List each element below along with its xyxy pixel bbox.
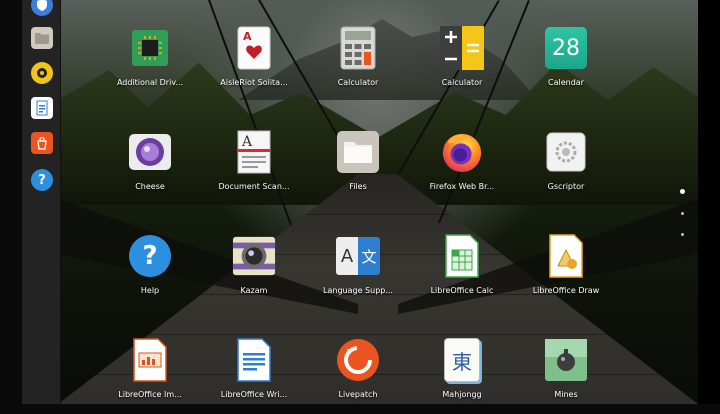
app-livepatch[interactable]: Livepatch <box>308 334 408 414</box>
drawing-icon <box>544 234 588 278</box>
chip-icon <box>128 26 172 70</box>
app-label: LibreOffice Wri... <box>220 390 288 399</box>
app-kazam[interactable]: Kazam <box>204 230 304 310</box>
language-glyph-cjk: 文 <box>358 237 380 275</box>
app-files[interactable]: Files <box>308 126 408 206</box>
dock-item-writer[interactable] <box>31 97 53 119</box>
calendar-day: 28 <box>545 27 587 69</box>
app-help[interactable]: ? Help <box>100 230 200 310</box>
folder-icon <box>336 130 380 174</box>
app-additional-drivers[interactable]: Additional Driv... <box>100 22 200 102</box>
app-label: Firefox Web Br... <box>429 182 495 191</box>
app-label: Mahjongg <box>442 390 482 399</box>
speaker-icon <box>37 68 47 78</box>
camera-lens-icon <box>232 234 276 278</box>
gear-icon <box>544 130 588 174</box>
writer-document-icon <box>232 338 276 382</box>
folder-icon <box>35 33 49 44</box>
app-calculator-2[interactable]: Calculator <box>412 22 512 102</box>
document-icon <box>36 100 48 116</box>
app-libreoffice-draw[interactable]: LibreOffice Draw <box>516 230 616 310</box>
mahjongg-glyph: 東 <box>444 338 480 382</box>
app-libreoffice-calc[interactable]: LibreOffice Calc <box>412 230 512 310</box>
app-gscriptor[interactable]: Gscriptor <box>516 126 616 206</box>
app-aisleriot-solitaire[interactable]: A AisleRiot Solita... <box>204 22 304 102</box>
dock-item-security[interactable] <box>31 0 53 16</box>
page-indicator-dot-1[interactable] <box>680 189 685 194</box>
scanner-icon: A <box>232 130 276 174</box>
page-indicator-dot-2[interactable] <box>681 212 684 215</box>
app-mahjongg[interactable]: 東 Mahjongg <box>412 334 512 414</box>
help-glyph: ? <box>129 235 171 277</box>
dock: ? <box>22 0 61 404</box>
app-label: AisleRiot Solita... <box>220 78 288 87</box>
app-firefox[interactable]: Firefox Web Br... <box>412 126 512 206</box>
app-document-scanner[interactable]: A Document Scan... <box>204 126 304 206</box>
app-label: Files <box>349 182 367 191</box>
dock-item-help[interactable]: ? <box>31 169 53 191</box>
screen-edge <box>698 0 720 404</box>
webcam-icon <box>128 130 172 174</box>
shield-icon <box>37 0 47 11</box>
svg-text:A: A <box>241 134 253 150</box>
spreadsheet-icon <box>440 234 484 278</box>
app-label: Additional Driv... <box>116 78 184 87</box>
app-libreoffice-impress[interactable]: LibreOffice Im... <box>100 334 200 414</box>
help-icon: ? <box>38 172 46 188</box>
app-calendar[interactable]: 28 Calendar <box>516 22 616 102</box>
app-language-support[interactable]: A 文 Language Supp... <box>308 230 408 310</box>
svg-text:A: A <box>243 30 252 43</box>
calculator-icon <box>440 26 484 70</box>
app-mines[interactable]: Mines <box>516 334 616 414</box>
presentation-icon <box>128 338 172 382</box>
language-glyph-latin: A <box>336 237 358 275</box>
calculator-icon <box>336 26 380 70</box>
app-cheese[interactable]: Cheese <box>100 126 200 206</box>
app-label: Gscriptor <box>547 182 585 191</box>
app-label: Cheese <box>135 182 165 191</box>
dock-item-files[interactable] <box>31 27 53 49</box>
playing-card-icon: A <box>232 26 276 70</box>
app-label: Calculator <box>337 78 379 87</box>
app-label: Calendar <box>548 78 584 87</box>
app-libreoffice-writer[interactable]: LibreOffice Wri... <box>204 334 304 414</box>
calendar-icon: 28 <box>544 26 588 70</box>
app-calculator-1[interactable]: Calculator <box>308 22 408 102</box>
app-label: Language Supp... <box>323 286 393 295</box>
app-label: Help <box>140 286 160 295</box>
dock-item-software[interactable] <box>31 132 53 154</box>
mines-icon <box>544 338 588 382</box>
page-indicator-dot-3[interactable] <box>681 233 684 236</box>
language-icon: A 文 <box>336 234 380 278</box>
firefox-icon <box>440 130 484 174</box>
mahjongg-tile-icon: 東 <box>440 338 484 382</box>
dock-item-rhythmbox[interactable] <box>31 62 53 84</box>
app-label: LibreOffice Im... <box>118 390 182 399</box>
app-label: Mines <box>554 390 578 399</box>
app-label: Calculator <box>441 78 483 87</box>
shopping-bag-icon <box>37 136 47 150</box>
app-label: LibreOffice Calc <box>430 286 494 295</box>
help-icon: ? <box>128 234 172 278</box>
livepatch-icon <box>336 338 380 382</box>
app-label: Kazam <box>240 286 268 295</box>
app-label: LibreOffice Draw <box>532 286 600 295</box>
app-label: Livepatch <box>338 390 378 399</box>
app-label: Document Scan... <box>218 182 290 191</box>
